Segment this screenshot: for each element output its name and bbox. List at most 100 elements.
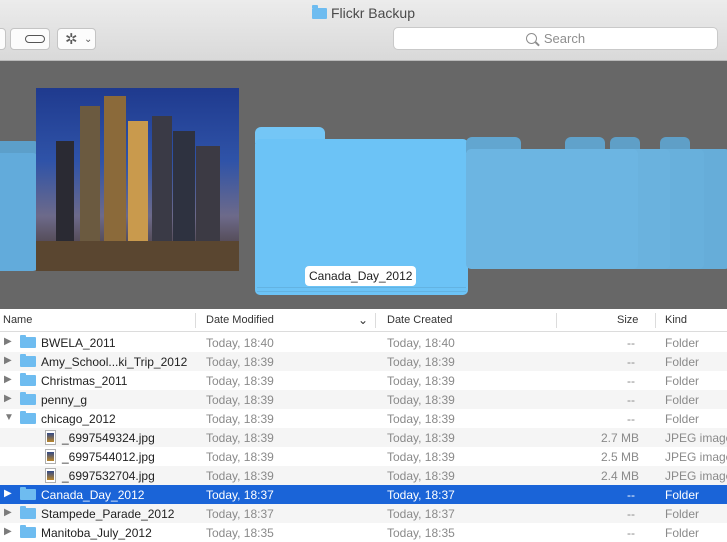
row-kind: Folder [665, 336, 700, 350]
row-date-modified: Today, 18:39 [206, 393, 274, 407]
list-row[interactable]: ▶ BWELA_2011 Today, 18:40 Today, 18:40 -… [0, 333, 727, 352]
disclosure-triangle-icon[interactable]: ▶ [4, 488, 12, 499]
row-size: -- [627, 412, 635, 426]
folder-icon [311, 5, 327, 19]
list-header: Name Date Modified ⌄ Date Created Size K… [0, 310, 727, 332]
list-row[interactable]: ▶ Christmas_2011 Today, 18:39 Today, 18:… [0, 371, 727, 390]
list-row-selected[interactable]: ▶ Canada_Day_2012 Today, 18:37 Today, 18… [0, 485, 727, 504]
row-date-created: Today, 18:37 [387, 507, 455, 521]
row-name: chicago_2012 [41, 412, 116, 426]
folder-icon [20, 487, 36, 500]
row-date-created: Today, 18:35 [387, 526, 455, 540]
sort-chevron-icon: ⌄ [358, 313, 369, 327]
row-date-modified: Today, 18:39 [206, 431, 274, 445]
list-row[interactable]: _6997532704.jpg Today, 18:39 Today, 18:3… [0, 466, 727, 485]
row-kind: Folder [665, 355, 700, 369]
row-date-created: Today, 18:40 [387, 336, 455, 350]
row-date-created: Today, 18:39 [387, 431, 455, 445]
list-row[interactable]: ▼ chicago_2012 Today, 18:39 Today, 18:39… [0, 409, 727, 428]
column-header-kind[interactable]: Kind [665, 314, 687, 326]
row-kind: JPEG image [665, 469, 727, 483]
coverflow-caption: Canada_Day_2012 [305, 266, 417, 286]
row-name: Christmas_2011 [41, 374, 128, 388]
action-menu-button[interactable]: ✲ ⌄ [57, 28, 96, 50]
cover-flow[interactable]: Canada_Day_2012 [0, 61, 727, 309]
row-date-modified: Today, 18:39 [206, 355, 274, 369]
row-size: 2.5 MB [601, 450, 640, 464]
disclosure-triangle-icon[interactable]: ▼ [4, 412, 14, 423]
search-field[interactable]: Search [393, 27, 718, 50]
row-kind: Folder [665, 488, 700, 502]
row-date-created: Today, 18:39 [387, 355, 455, 369]
list-row[interactable]: ▶ penny_g Today, 18:39 Today, 18:39 -- F… [0, 390, 727, 409]
row-date-modified: Today, 18:40 [206, 336, 274, 350]
tags-button[interactable] [10, 28, 50, 50]
list-row[interactable]: ▶ Manitoba_July_2012 Today, 18:35 Today,… [0, 523, 727, 542]
row-size: -- [627, 393, 635, 407]
search-placeholder: Search [543, 31, 586, 46]
row-name: Amy_School...ki_Trip_2012 [41, 355, 188, 369]
row-size: -- [627, 507, 635, 521]
row-name: Canada_Day_2012 [41, 488, 145, 502]
jpeg-file-icon [45, 449, 56, 464]
window-toolbar: Flickr Backup ✲ ⌄ Search [0, 0, 727, 61]
row-date-modified: Today, 18:39 [206, 374, 274, 388]
list-row[interactable]: _6997544012.jpg Today, 18:39 Today, 18:3… [0, 447, 727, 466]
chevron-down-icon: ⌄ [84, 34, 93, 45]
row-size: -- [627, 355, 635, 369]
row-date-created: Today, 18:39 [387, 469, 455, 483]
list-row[interactable]: ▶ Stampede_Parade_2012 Today, 18:37 Toda… [0, 504, 727, 523]
tag-icon [25, 35, 45, 43]
gear-icon: ✲ [65, 31, 78, 48]
row-size: 2.4 MB [601, 469, 640, 483]
folder-icon [20, 373, 36, 386]
disclosure-triangle-icon[interactable]: ▶ [4, 526, 12, 537]
search-icon [525, 33, 537, 44]
row-date-modified: Today, 18:39 [206, 412, 274, 426]
row-name: Stampede_Parade_2012 [41, 507, 175, 521]
row-date-created: Today, 18:39 [387, 393, 455, 407]
disclosure-triangle-icon[interactable]: ▶ [4, 355, 12, 366]
disclosure-triangle-icon[interactable]: ▶ [4, 336, 12, 347]
column-header-size[interactable]: Size [617, 314, 638, 326]
row-name: _6997544012.jpg [62, 450, 155, 464]
folder-icon [20, 506, 36, 519]
view-button[interactable] [0, 28, 6, 50]
list-row[interactable]: ▶ Amy_School...ki_Trip_2012 Today, 18:39… [0, 352, 727, 371]
disclosure-triangle-icon[interactable]: ▶ [4, 374, 12, 385]
row-date-created: Today, 18:39 [387, 450, 455, 464]
coverflow-photo[interactable] [36, 88, 239, 271]
row-date-modified: Today, 18:37 [206, 488, 274, 502]
row-date-created: Today, 18:39 [387, 374, 455, 388]
column-header-date-modified[interactable]: Date Modified [206, 314, 274, 326]
folder-icon [20, 392, 36, 405]
window-title-text: Flickr Backup [330, 5, 416, 21]
row-date-modified: Today, 18:39 [206, 469, 274, 483]
row-size: -- [627, 488, 635, 502]
row-kind: JPEG image [665, 450, 727, 464]
folder-icon [20, 525, 36, 538]
jpeg-file-icon [45, 468, 56, 483]
row-name: Manitoba_July_2012 [41, 526, 152, 540]
row-name: BWELA_2011 [41, 336, 116, 350]
coverflow-item-right-1[interactable] [466, 137, 638, 269]
folder-icon [20, 335, 36, 348]
disclosure-triangle-icon[interactable]: ▶ [4, 393, 12, 404]
list-row[interactable]: _6997549324.jpg Today, 18:39 Today, 18:3… [0, 428, 727, 447]
column-header-date-created[interactable]: Date Created [387, 314, 452, 326]
row-kind: Folder [665, 374, 700, 388]
row-kind: Folder [665, 526, 700, 540]
disclosure-triangle-icon[interactable]: ▶ [4, 507, 12, 518]
row-kind: Folder [665, 393, 700, 407]
column-header-name[interactable]: Name [3, 314, 32, 326]
row-date-modified: Today, 18:39 [206, 450, 274, 464]
row-name: _6997532704.jpg [62, 469, 155, 483]
coverflow-item-left[interactable] [0, 141, 40, 271]
row-name: penny_g [41, 393, 88, 407]
row-size: 2.7 MB [601, 431, 640, 445]
row-date-modified: Today, 18:35 [206, 526, 274, 540]
row-size: -- [627, 526, 635, 540]
folder-icon [20, 354, 36, 367]
row-date-modified: Today, 18:37 [206, 507, 274, 521]
row-size: -- [627, 374, 635, 388]
